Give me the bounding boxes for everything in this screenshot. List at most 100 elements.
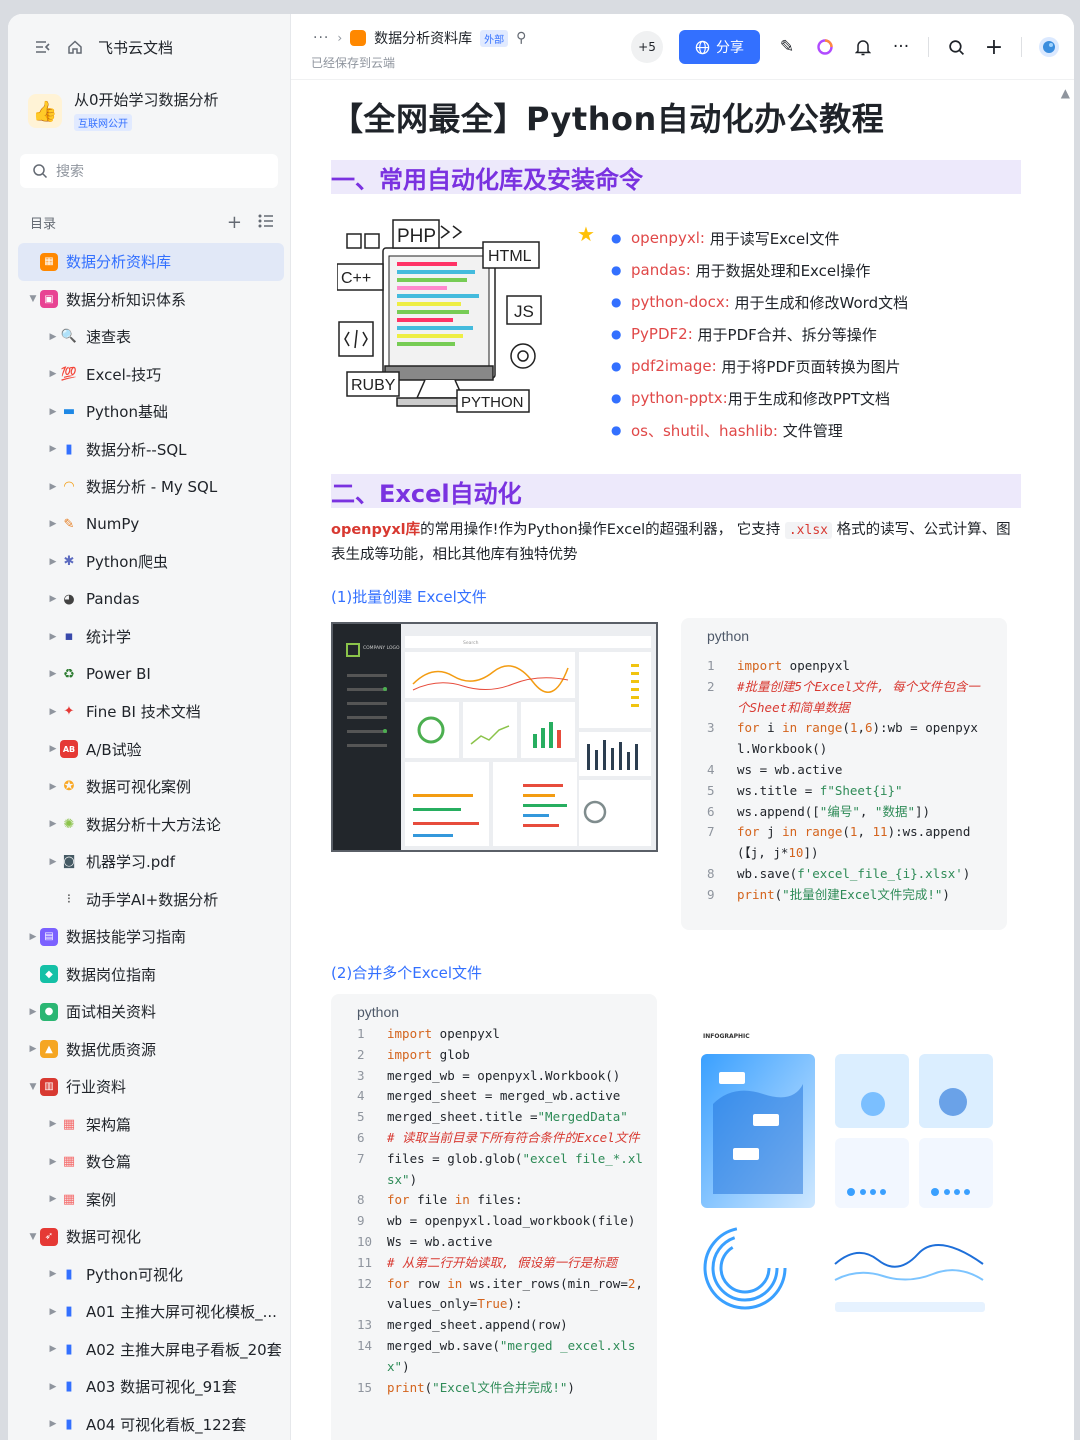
sidebar-item[interactable]: ▶ ✺ 数据分析十大方法论 xyxy=(8,806,290,844)
library-item: ● PyPDF2: 用于PDF合并、拆分等操作 xyxy=(611,318,908,350)
chevron-right-icon[interactable]: ▶ xyxy=(46,1157,60,1167)
example-1: COMPANY LOGO Search python 1 import open… xyxy=(331,618,1021,952)
sidebar-item[interactable]: ▼ ➶ 数据可视化 xyxy=(8,1218,290,1256)
chevron-right-icon[interactable]: ▶ xyxy=(46,782,60,792)
chevron-right-icon[interactable]: ▶ xyxy=(46,1419,60,1429)
sidebar-item[interactable]: ▼ ▣ 数据分析知识体系 xyxy=(8,281,290,319)
chevron-right-icon[interactable]: ▶ xyxy=(46,407,60,417)
chevron-right-icon[interactable]: ▶ xyxy=(46,557,60,567)
chevron-right-icon[interactable]: ▶ xyxy=(46,669,60,679)
sidebar-item[interactable]: ▶ ◙ 机器学习.pdf xyxy=(8,843,290,881)
chevron-right-icon[interactable]: ▶ xyxy=(46,1344,60,1354)
home-icon[interactable] xyxy=(66,38,84,56)
list-view-icon[interactable] xyxy=(258,212,274,233)
share-button[interactable]: 分享 xyxy=(679,30,760,64)
sidebar-item[interactable]: ▶ ▦ 数仓篇 xyxy=(8,1143,290,1181)
sidebar-item[interactable]: ▶ ▤ 数据技能学习指南 xyxy=(8,918,290,956)
chevron-right-icon[interactable]: ▶ xyxy=(46,1269,60,1279)
chevron-right-icon[interactable]: ▶ xyxy=(46,1194,60,1204)
sidebar-item[interactable]: ▶ ▲ 数据优质资源 xyxy=(8,1031,290,1069)
breadcrumb-title[interactable]: 数据分析资料库 xyxy=(374,28,472,48)
chevron-right-icon[interactable]: ▶ xyxy=(46,482,60,492)
add-icon[interactable]: + xyxy=(227,212,242,233)
sidebar-item-label: 速查表 xyxy=(86,328,132,347)
sidebar-item[interactable]: ▶ 💯 Excel-技巧 xyxy=(8,356,290,394)
sidebar-item-label: A/B试验 xyxy=(86,740,142,759)
workspace-header[interactable]: 👍 从0开始学习数据分析 互联网公开 xyxy=(8,80,290,146)
sidebar-item-label: 数据分析--SQL xyxy=(86,440,187,459)
add-icon[interactable]: + xyxy=(983,35,1005,60)
sidebar-item[interactable]: ▶ ▮ A03 数据可视化_91套 xyxy=(8,1368,290,1406)
sidebar-item[interactable]: ▶ AB A/B试验 xyxy=(8,731,290,769)
chevron-right-icon[interactable]: ▶ xyxy=(46,632,60,642)
app-title[interactable]: 飞书云文档 xyxy=(98,37,173,58)
sidebar-item[interactable]: ▶ ✎ NumPy xyxy=(8,506,290,544)
sidebar-item[interactable]: ▦ 数据分析资料库 xyxy=(18,243,284,281)
chevron-right-icon[interactable]: ▶ xyxy=(46,1119,60,1129)
sidebar-item[interactable]: ▶ ✪ 数据可视化案例 xyxy=(8,768,290,806)
chevron-right-icon[interactable]: ▶ xyxy=(46,369,60,379)
chevron-right-icon[interactable]: ▶ xyxy=(46,707,60,717)
bar-chart-icon: ▮ xyxy=(65,1379,73,1395)
search-input[interactable]: 搜索 xyxy=(20,154,278,188)
bell-icon[interactable] xyxy=(852,36,874,58)
chevron-right-icon[interactable]: ▶ xyxy=(46,1382,60,1392)
sidebar-item[interactable]: ▶ ▮ A01 主推大屏可视化模板_... xyxy=(8,1293,290,1331)
toolbar: +5 分享 ✎ ··· + xyxy=(631,30,1060,64)
chevron-right-icon[interactable]: ▶ xyxy=(26,932,40,942)
chevron-down-icon[interactable]: ▼ xyxy=(26,1082,40,1092)
chevron-right-icon[interactable]: ▶ xyxy=(46,594,60,604)
search-icon[interactable] xyxy=(945,36,967,58)
sidebar-item-label: 统计学 xyxy=(86,628,132,647)
sidebar-item[interactable]: ▼ ▥ 行业资料 xyxy=(8,1068,290,1106)
sidebar-item[interactable]: ▶ ● 面试相关资料 xyxy=(8,993,290,1031)
ai-assistant-icon[interactable] xyxy=(814,36,836,58)
chevron-down-icon[interactable]: ▼ xyxy=(26,1232,40,1242)
sidebar-item[interactable]: ▶ ✱ Python爬虫 xyxy=(8,543,290,581)
grid-icon: ▦ xyxy=(62,1154,76,1170)
chevron-right-icon[interactable]: ▶ xyxy=(46,332,60,342)
chevron-right-icon[interactable]: ▶ xyxy=(26,1007,40,1017)
sidebar-item[interactable]: ▶ ▮ 数据分析--SQL xyxy=(8,431,290,469)
sidebar-item[interactable]: ▶ ◠ 数据分析 - My SQL xyxy=(8,468,290,506)
toc-tree: ▦ 数据分析资料库 ▼ ▣ 数据分析知识体系 ▶ 🔍 速查表 ▶ 💯 Excel-技巧 ▶ ▬ Pytho… xyxy=(8,243,290,1440)
doc-title: 【全网最全】Python自动化办公教程 xyxy=(331,100,885,138)
sidebar-item[interactable]: ◆ 数据岗位指南 xyxy=(8,956,290,994)
sidebar-item[interactable]: ▶ ▦ 案例 xyxy=(8,1181,290,1219)
chevron-right-icon[interactable]: ▶ xyxy=(26,1044,40,1054)
chevron-right-icon[interactable]: ▶ xyxy=(46,519,60,529)
edit-icon[interactable]: ✎ xyxy=(776,36,798,58)
sidebar-item[interactable]: ⁝ 动手学AI+数据分析 xyxy=(8,881,290,919)
sidebar-item[interactable]: ▶ ◕ Pandas xyxy=(8,581,290,619)
sidebar-item-label: A01 主推大屏可视化模板_... xyxy=(86,1303,277,1322)
user-avatar[interactable] xyxy=(1038,36,1060,58)
sidebar-item-label: 数据分析知识体系 xyxy=(66,290,187,309)
sidebar-item[interactable]: ▶ ▪ 统计学 xyxy=(8,618,290,656)
thumbs-up-icon: 👍 xyxy=(28,94,62,128)
sidebar-item[interactable]: ▶ ♻ Power BI xyxy=(8,656,290,694)
chevron-down-icon[interactable]: ▼ xyxy=(26,294,40,304)
chevron-right-icon[interactable]: ▶ xyxy=(46,444,60,454)
more-icon[interactable]: ··· xyxy=(890,36,912,58)
more-breadcrumb-button[interactable]: ··· xyxy=(313,30,329,46)
sidebar-item[interactable]: ▶ ▮ A04 可视化看板_122套 xyxy=(8,1406,290,1440)
grid-icon: ▦ xyxy=(62,1191,76,1207)
library-section: PHP HTML C++ JS RUBY PYTHON ★ ● openpyxl… xyxy=(331,210,1021,474)
pin-icon[interactable]: ⚲ xyxy=(516,30,526,46)
sidebar-item-label: 数据分析资料库 xyxy=(66,253,172,272)
sidebar-item[interactable]: ▶ ✦ Fine BI 技术文档 xyxy=(8,693,290,731)
sidebar-item[interactable]: ▶ ▦ 架构篇 xyxy=(8,1106,290,1144)
chevron-right-icon[interactable]: ▶ xyxy=(46,819,60,829)
collaborators-count[interactable]: +5 xyxy=(631,31,663,63)
chevron-right-icon[interactable]: ▶ xyxy=(46,1307,60,1317)
sidebar-item[interactable]: ▶ 🔍 速查表 xyxy=(8,318,290,356)
sidebar-item[interactable]: ▶ ▮ A02 主推大屏电子看板_20套 xyxy=(8,1331,290,1369)
bullet-icon: ● xyxy=(611,359,622,373)
chevron-right-icon[interactable]: ▶ xyxy=(46,857,60,867)
sidebar-item[interactable]: ▶ ▮ Python可视化 xyxy=(8,1256,290,1294)
chevron-right-icon[interactable]: ▶ xyxy=(46,744,60,754)
scroll-up-arrow-icon[interactable]: ▲ xyxy=(1061,86,1070,100)
collapse-sidebar-icon[interactable] xyxy=(34,38,52,56)
sidebar-item[interactable]: ▶ ▬ Python基础 xyxy=(8,393,290,431)
search-placeholder: 搜索 xyxy=(56,164,84,180)
